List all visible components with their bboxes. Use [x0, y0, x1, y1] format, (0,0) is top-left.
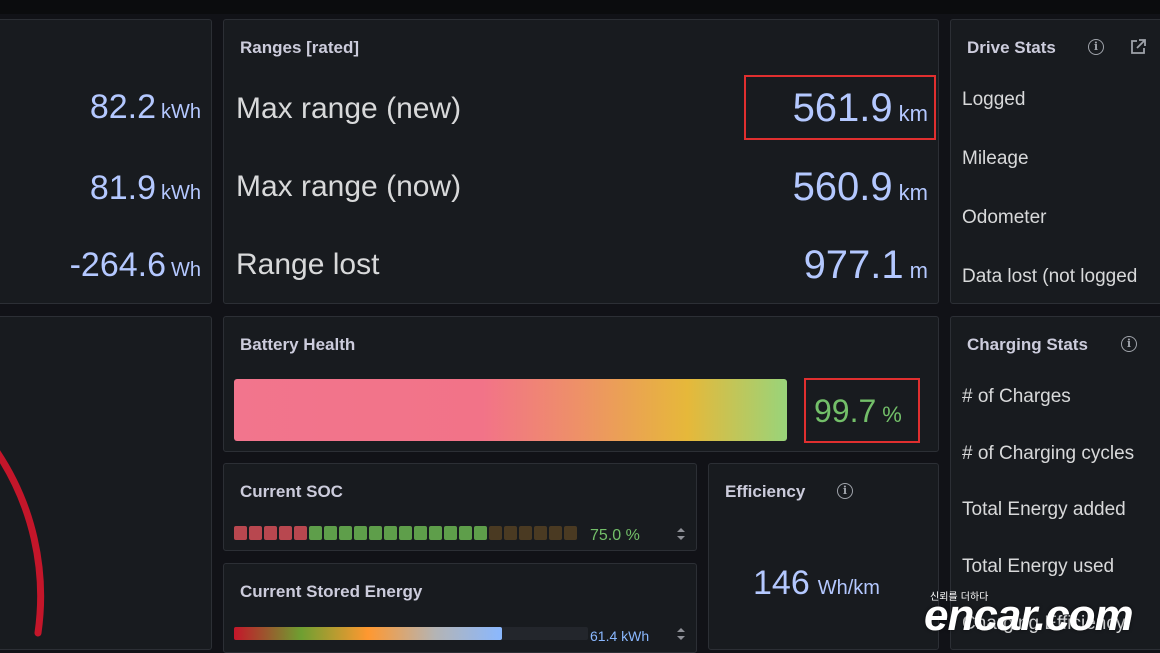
max-range-new-label: Max range (new) [236, 92, 462, 125]
drive-stat-data-lost: Data lost (not logged [962, 266, 1138, 287]
info-icon[interactable]: i [837, 483, 853, 499]
drive-stats-panel: Drive Stats i Logged Mileage Odometer Da… [950, 19, 1160, 304]
gauge-panel [0, 316, 212, 650]
soc-segment [309, 526, 322, 540]
soc-segment [414, 526, 427, 540]
battery-health-panel: Battery Health 99.7% [223, 316, 939, 452]
scroll-spinner-icon[interactable] [676, 527, 686, 541]
soc-segment [279, 526, 292, 540]
encar-watermark: 신뢰를 더하다 encar.com [922, 585, 1160, 653]
ranges-title: Ranges [rated] [240, 38, 360, 57]
soc-segment-gauge [234, 526, 577, 540]
external-link-icon[interactable] [1129, 38, 1147, 56]
drive-stat-logged: Logged [962, 89, 1026, 110]
battery-health-highlight [804, 378, 920, 443]
efficiency-value: 146 Wh/km [753, 564, 880, 602]
soc-segment [534, 526, 547, 540]
soc-segment [474, 526, 487, 540]
info-icon[interactable]: i [1121, 336, 1137, 352]
drive-stat-odometer: Odometer [962, 207, 1047, 228]
soc-segment [369, 526, 382, 540]
current-soc-panel: Current SOC 75.0 % [223, 463, 697, 551]
info-icon[interactable]: i [1088, 39, 1104, 55]
drive-stat-mileage: Mileage [962, 148, 1029, 169]
gauge-arc [0, 450, 45, 637]
watermark-brand: encar.com [924, 591, 1134, 640]
soc-value: 75.0 % [590, 527, 640, 543]
max-range-now-label: Max range (now) [236, 170, 462, 203]
current-soc-title: Current SOC [240, 482, 343, 501]
soc-segment [489, 526, 502, 540]
efficiency-title: Efficiency [725, 482, 806, 501]
charging-stat-energy-added: Total Energy added [962, 499, 1126, 520]
soc-segment [324, 526, 337, 540]
soc-segment [504, 526, 517, 540]
top-bar [0, 0, 1160, 14]
soc-segment [549, 526, 562, 540]
drive-stats-title: Drive Stats [967, 38, 1056, 57]
soc-segment [564, 526, 577, 540]
stored-energy-panel: Current Stored Energy 61.4 kWh [223, 563, 697, 653]
energy-value-3: -264.6 Wh [69, 246, 201, 284]
soc-segment [444, 526, 457, 540]
range-lost-value: 977.1 m [803, 243, 928, 287]
soc-segment [249, 526, 262, 540]
soc-segment [294, 526, 307, 540]
soc-segment [429, 526, 442, 540]
soc-segment [399, 526, 412, 540]
battery-health-title: Battery Health [240, 335, 356, 354]
energy-value-1: 82.2 kWh [89, 88, 201, 126]
battery-health-bar [234, 379, 787, 441]
soc-segment [354, 526, 367, 540]
max-range-now-value: 560.9 km [792, 165, 928, 209]
soc-segment [234, 526, 247, 540]
energy-value-2: 81.9 kWh [89, 169, 201, 207]
energy-panel: 82.2 kWh 81.9 kWh -264.6 Wh [0, 19, 212, 304]
stored-energy-bar-fill [234, 627, 502, 640]
charging-stats-title: Charging Stats [967, 335, 1088, 354]
efficiency-panel: Efficiency i 146 Wh/km [708, 463, 939, 650]
stored-energy-title: Current Stored Energy [240, 582, 423, 601]
max-range-new-highlight [744, 75, 936, 140]
ranges-panel: Ranges [rated] Max range (new) 561.9 km M… [223, 19, 939, 304]
scroll-spinner-icon[interactable] [676, 627, 686, 641]
soc-segment [384, 526, 397, 540]
charging-stat-cycles: # of Charging cycles [962, 443, 1135, 464]
charging-stat-energy-used: Total Energy used [962, 556, 1115, 577]
soc-segment [339, 526, 352, 540]
soc-segment [264, 526, 277, 540]
range-lost-label: Range lost [236, 248, 380, 281]
stored-energy-value: 61.4 kWh [590, 628, 650, 644]
soc-segment [519, 526, 532, 540]
charging-stat-charges: # of Charges [962, 386, 1071, 407]
soc-segment [459, 526, 472, 540]
